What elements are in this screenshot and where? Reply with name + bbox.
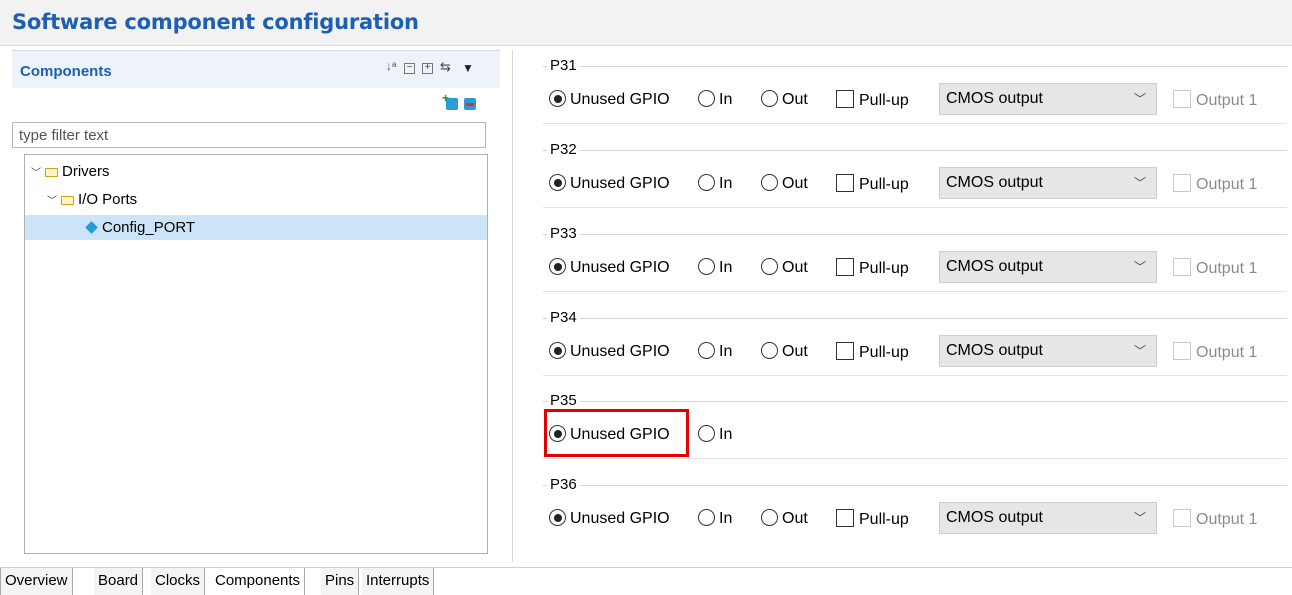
tab-board[interactable]: Board <box>94 568 144 595</box>
port-group-p31: P31 Unused GPIO In Out Pull-up CMOS outp… <box>543 57 1287 124</box>
output-type-select[interactable]: CMOS output ﹀ <box>939 83 1157 115</box>
tree-item-config-port[interactable]: Config_PORT <box>25 215 487 240</box>
folder-icon <box>45 168 58 177</box>
output1-checkbox[interactable]: Output 1 <box>1173 258 1257 279</box>
tree-item-label: Config_PORT <box>102 219 196 236</box>
unused-gpio-radio[interactable]: Unused GPIO <box>549 509 670 529</box>
output-type-select[interactable]: CMOS output ﹀ <box>939 167 1157 199</box>
in-radio[interactable]: In <box>698 174 732 194</box>
unused-gpio-radio[interactable]: Unused GPIO <box>549 425 670 445</box>
view-menu-icon[interactable]: ▼ <box>462 62 474 74</box>
in-radio[interactable]: In <box>698 509 732 529</box>
sort-alpha-icon[interactable]: ↓ᵃ <box>386 60 396 72</box>
output1-checkbox[interactable]: Output 1 <box>1173 174 1257 195</box>
pull-up-checkbox[interactable]: Pull-up <box>836 258 909 279</box>
port-label: P36 <box>547 476 580 493</box>
in-radio[interactable]: In <box>698 425 732 445</box>
unused-gpio-radio[interactable]: Unused GPIO <box>549 174 670 194</box>
port-group-p35: P35 Unused GPIO In <box>543 392 1287 459</box>
tab-components[interactable]: Components <box>211 568 306 595</box>
in-radio[interactable]: In <box>698 90 732 110</box>
port-group-p32: P32 Unused GPIO In Out Pull-up CMOS outp… <box>543 141 1287 208</box>
link-with-editor-icon[interactable]: ⇆ <box>440 60 451 73</box>
out-radio[interactable]: Out <box>761 509 808 529</box>
pull-up-checkbox[interactable]: Pull-up <box>836 174 909 195</box>
chevron-down-icon: ﹀ <box>1133 260 1146 274</box>
in-radio[interactable]: In <box>698 258 732 278</box>
out-radio[interactable]: Out <box>761 258 808 278</box>
port-group-p33: P33 Unused GPIO In Out Pull-up CMOS outp… <box>543 225 1287 292</box>
chevron-down-icon: ﹀ <box>1133 511 1146 525</box>
chevron-down-icon: ﹀ <box>1133 176 1146 190</box>
chevron-down-icon: ﹀ <box>1133 344 1146 358</box>
chevron-down-icon[interactable]: ﹀ <box>29 161 43 186</box>
folder-icon <box>61 196 74 205</box>
output1-checkbox[interactable]: Output 1 <box>1173 342 1257 363</box>
port-group-p36: P36 Unused GPIO In Out Pull-up CMOS outp… <box>543 476 1287 542</box>
unused-gpio-radio[interactable]: Unused GPIO <box>549 90 670 110</box>
tree-item-label: Drivers <box>62 163 110 180</box>
tree-item-drivers[interactable]: ﹀ Drivers <box>29 159 110 184</box>
components-title: Components <box>20 63 112 80</box>
tab-clocks[interactable]: Clocks <box>151 568 206 595</box>
page-title: Software component configuration <box>0 0 1292 46</box>
chevron-down-icon[interactable]: ﹀ <box>45 189 59 214</box>
tab-pins[interactable]: Pins <box>321 568 360 595</box>
pull-up-checkbox[interactable]: Pull-up <box>836 342 909 363</box>
output-type-select[interactable]: CMOS output ﹀ <box>939 502 1157 534</box>
unused-gpio-radio[interactable]: Unused GPIO <box>549 342 670 362</box>
pull-up-checkbox[interactable]: Pull-up <box>836 509 909 530</box>
port-group-p34: P34 Unused GPIO In Out Pull-up CMOS outp… <box>543 309 1287 376</box>
output-type-select[interactable]: CMOS output ﹀ <box>939 335 1157 367</box>
port-label: P35 <box>547 392 580 409</box>
port-label: P32 <box>547 141 580 158</box>
add-component-icon[interactable] <box>442 91 458 110</box>
unused-gpio-radio[interactable]: Unused GPIO <box>549 258 670 278</box>
chevron-down-icon: ﹀ <box>1133 92 1146 106</box>
tab-overview[interactable]: Overview <box>0 568 73 595</box>
components-tree: ﹀ Drivers ﹀ I/O Ports Config_PORT <box>24 154 488 554</box>
port-label: P33 <box>547 225 580 242</box>
collapse-all-icon[interactable]: − <box>404 63 415 74</box>
components-header: Components ↓ᵃ − + ⇆ ▼ <box>12 50 500 88</box>
tab-interrupts[interactable]: Interrupts <box>362 568 435 595</box>
tree-item-io-ports[interactable]: ﹀ I/O Ports <box>45 187 137 212</box>
tree-item-label: I/O Ports <box>78 191 138 208</box>
bottom-tabs: Overview Board Clocks Components Pins In… <box>0 567 1292 595</box>
output-type-select[interactable]: CMOS output ﹀ <box>939 251 1157 283</box>
pull-up-checkbox[interactable]: Pull-up <box>836 90 909 111</box>
out-radio[interactable]: Out <box>761 342 808 362</box>
panel-splitter[interactable] <box>512 50 513 562</box>
port-label: P31 <box>547 57 580 74</box>
component-icon <box>85 221 98 234</box>
out-radio[interactable]: Out <box>761 90 808 110</box>
remove-component-icon[interactable] <box>464 98 476 110</box>
out-radio[interactable]: Out <box>761 174 808 194</box>
port-label: P34 <box>547 309 580 326</box>
filter-input[interactable] <box>12 122 486 148</box>
expand-all-icon[interactable]: + <box>422 63 433 74</box>
output1-checkbox[interactable]: Output 1 <box>1173 90 1257 111</box>
in-radio[interactable]: In <box>698 342 732 362</box>
output1-checkbox[interactable]: Output 1 <box>1173 509 1257 530</box>
